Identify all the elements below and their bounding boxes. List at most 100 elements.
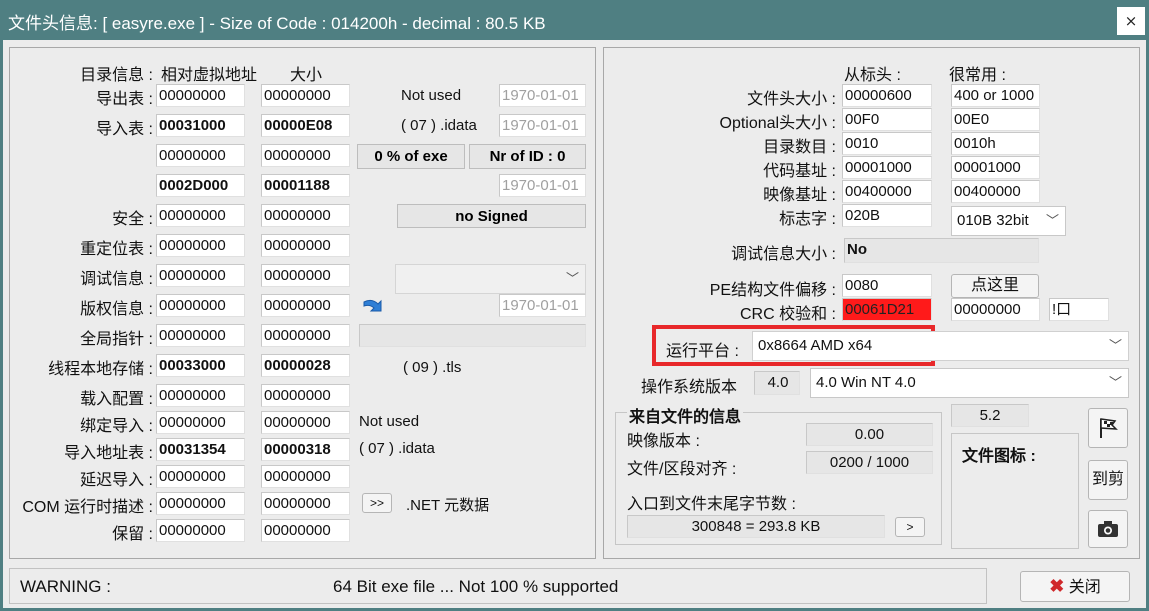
close-button[interactable]: ✖ 关闭 <box>1020 571 1130 602</box>
header-row-label: 代码基址 : <box>763 163 836 180</box>
directory-size-field[interactable]: 00001188 <box>261 174 350 197</box>
common-value-field: 0010h <box>951 132 1040 155</box>
size-column-header: 大小 <box>290 67 323 84</box>
red-x-icon: ✖ <box>1049 576 1065 596</box>
crc-calc-field[interactable]: 00000000 <box>951 298 1040 321</box>
platform-label: 运行平台 : <box>666 343 739 360</box>
import-date-field[interactable]: 1970-01-01 <box>499 114 586 137</box>
status-message: 64 Bit exe file ... Not 100 % supported <box>333 577 619 596</box>
from-header-field[interactable]: 00000600 <box>842 84 932 107</box>
os-version-label: 操作系统版本 <box>641 379 738 396</box>
directory-size-field[interactable]: 00000000 <box>261 411 350 434</box>
rva-column-header: 相对虚拟地址 <box>161 67 258 84</box>
flags-label: 标志字 : <box>779 211 836 228</box>
from-header-field[interactable]: 0010 <box>842 132 932 155</box>
bound-import-note: Not used <box>359 413 420 430</box>
common-value-field: 00E0 <box>951 108 1040 131</box>
linker-version-field: 5.2 <box>951 404 1029 427</box>
directory-size-field[interactable]: 00000000 <box>261 264 350 287</box>
directory-size-field[interactable]: 00000000 <box>261 84 350 107</box>
debug-size-label: 调试信息大小 : <box>731 246 836 263</box>
header-row-label: 文件头大小 : <box>747 91 836 108</box>
alignment-label: 文件/区段对齐 : <box>627 461 737 478</box>
directory-rva-field[interactable]: 00000000 <box>156 324 245 347</box>
os-combo[interactable]: 4.0 Win NT 4.0 ﹀ <box>810 368 1129 398</box>
chevron-down-icon: ﹀ <box>1045 213 1059 228</box>
resource-date-field[interactable]: 1970-01-01 <box>499 174 586 197</box>
directory-rva-field[interactable]: 0002D000 <box>156 174 245 197</box>
directory-size-field[interactable]: 00000000 <box>261 204 350 227</box>
arrow-down-blue-icon[interactable] <box>360 296 384 320</box>
directory-rva-field[interactable]: 00000000 <box>156 465 245 488</box>
from-header-field[interactable]: 00001000 <box>842 156 932 179</box>
os-version-field: 4.0 <box>754 371 800 395</box>
directory-rva-field[interactable]: 00000000 <box>156 294 245 317</box>
directory-rva-field[interactable]: 00000000 <box>156 519 245 542</box>
directory-rva-field[interactable]: 00000000 <box>156 84 245 107</box>
from-header-column: 从标头 : <box>844 67 901 84</box>
directory-rva-field[interactable]: 00033000 <box>156 354 245 377</box>
directory-row-label: 保留 : <box>112 526 153 543</box>
directory-rva-field[interactable]: 00031354 <box>156 438 245 461</box>
copy-to-clipboard-button[interactable]: 到剪 <box>1088 460 1128 500</box>
dotnet-metadata-button[interactable]: >> <box>362 493 392 513</box>
header-row-label: Optional头大小 : <box>719 115 837 132</box>
flag-icon <box>1100 418 1118 438</box>
directory-size-field[interactable]: 00000000 <box>261 144 350 167</box>
common-value-field: 00400000 <box>951 180 1040 203</box>
directory-size-field[interactable]: 00000000 <box>261 465 350 488</box>
directory-row-label: 线程本地存储 : <box>48 361 153 378</box>
platform-combo[interactable]: 0x8664 AMD x64 ﹀ <box>752 331 1129 361</box>
dotnet-metadata-note: .NET 元数据 <box>406 497 490 514</box>
from-header-field[interactable]: 00F0 <box>842 108 932 131</box>
directory-rva-field[interactable]: 00000000 <box>156 144 245 167</box>
flag-button[interactable] <box>1088 408 1128 448</box>
directory-size-field[interactable]: 00000028 <box>261 354 350 377</box>
alignment-field: 0200 / 1000 <box>806 451 933 474</box>
directory-rva-field[interactable]: 00000000 <box>156 384 245 407</box>
debug-size-field: No <box>844 238 1039 263</box>
directory-row-label: 调试信息 : <box>80 271 153 288</box>
directory-row-label: 安全 : <box>112 211 153 228</box>
directory-size-field[interactable]: 00000E08 <box>261 114 350 137</box>
common-value-field: 00001000 <box>951 156 1040 179</box>
crc-label: CRC 校验和 : <box>739 306 836 323</box>
directory-rva-field[interactable]: 00031000 <box>156 114 245 137</box>
debug-type-combo[interactable]: ﹀ <box>395 264 586 294</box>
flags-combo[interactable]: 010B 32bit ﹀ <box>951 206 1066 236</box>
directory-size-field[interactable]: 00000000 <box>261 519 350 542</box>
eof-label: 入口到文件末尾字节数 : <box>627 496 796 513</box>
directory-rva-field[interactable]: 00000000 <box>156 204 245 227</box>
from-header-field[interactable]: 00400000 <box>842 180 932 203</box>
directory-rva-field[interactable]: 00000000 <box>156 234 245 257</box>
copyright-date-field[interactable]: 1970-01-01 <box>499 294 586 317</box>
click-here-button[interactable]: 点这里 <box>951 274 1039 298</box>
directory-size-field[interactable]: 00000000 <box>261 324 350 347</box>
window-title: 文件头信息: [ easyre.exe ] - Size of Code : 0… <box>8 14 546 33</box>
pe-offset-field[interactable]: 0080 <box>842 274 932 297</box>
directory-rva-field[interactable]: 00000000 <box>156 411 245 434</box>
crc-field[interactable]: 00061D21 <box>842 298 932 321</box>
directory-size-field[interactable]: 00000000 <box>261 492 350 515</box>
directory-size-field[interactable]: 00000318 <box>261 438 350 461</box>
window-close-button[interactable]: × <box>1117 7 1145 35</box>
image-version-field: 0.00 <box>806 423 933 446</box>
directory-size-field[interactable]: 00000000 <box>261 294 350 317</box>
eof-field: 300848 = 293.8 KB <box>627 515 885 538</box>
directory-rva-field[interactable]: 00000000 <box>156 492 245 515</box>
iat-section-note: ( 07 ) .idata <box>359 440 435 457</box>
platform-value: 0x8664 AMD x64 <box>758 337 873 354</box>
percent-of-exe-box: 0 % of exe <box>357 144 465 169</box>
eof-button[interactable]: > <box>895 517 925 537</box>
snapshot-button[interactable] <box>1088 510 1128 548</box>
header-row-label: 映像基址 : <box>763 187 836 204</box>
directory-rva-field[interactable]: 00000000 <box>156 264 245 287</box>
directory-size-field[interactable]: 00000000 <box>261 384 350 407</box>
directory-row-label: 导入表 : <box>96 121 153 138</box>
flags-field[interactable]: 020B <box>842 204 932 227</box>
crc-flag-field: !口 <box>1049 298 1109 321</box>
export-date-field[interactable]: 1970-01-01 <box>499 84 586 107</box>
directory-size-field[interactable]: 00000000 <box>261 234 350 257</box>
directory-row-label: 全局指针 : <box>80 331 153 348</box>
status-label: WARNING : <box>20 577 111 596</box>
